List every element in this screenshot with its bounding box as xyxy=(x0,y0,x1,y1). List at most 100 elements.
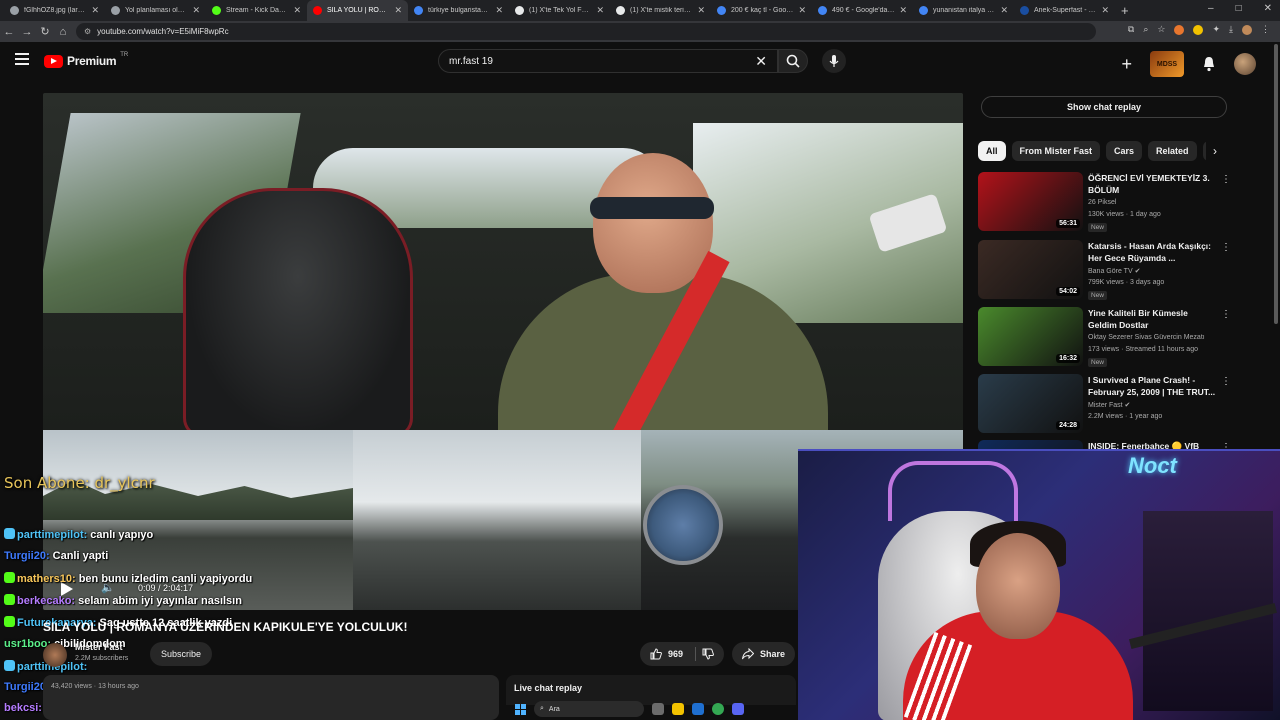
video-thumbnail[interactable]: 16:32 xyxy=(978,307,1083,366)
browser-tab[interactable]: 490 € - Google'da Ara ✕ xyxy=(812,0,913,21)
tab-close-icon[interactable]: ✕ xyxy=(697,5,705,16)
search-input[interactable]: mr.fast 19 ✕ xyxy=(438,49,778,73)
share-button[interactable]: Share xyxy=(732,642,796,666)
recommended-video[interactable]: 16:32 Yine Kaliteli Bir Kümesle Geldim Do… xyxy=(978,307,1233,367)
browser-tab[interactable]: türkiye bulgaristan - Goog ✕ xyxy=(408,0,509,21)
recommended-channel[interactable]: 26 Piksel xyxy=(1088,199,1116,206)
youtube-logo[interactable]: Premium TR xyxy=(44,52,128,68)
like-button[interactable]: 969 xyxy=(640,642,725,666)
tab-close-icon[interactable]: ✕ xyxy=(91,5,99,16)
video-thumbnail[interactable]: 24:28 xyxy=(978,374,1083,433)
car-seat-image xyxy=(183,188,413,430)
show-chat-replay-button[interactable]: Show chat replay xyxy=(981,96,1227,118)
filter-chip[interactable]: From Mister Fast xyxy=(1011,141,1101,161)
bookmark-star-icon[interactable]: ☆ xyxy=(1157,24,1165,35)
brand-badge[interactable]: MDSS xyxy=(1150,51,1184,77)
recommended-channel[interactable]: Mister Fast ✔ xyxy=(1088,401,1130,409)
extensions-puzzle-icon[interactable]: ✦ xyxy=(1212,24,1220,35)
more-options-icon[interactable]: ⋮ xyxy=(1221,309,1231,320)
recommended-video[interactable]: 56:31 ÖĞRENCİ EVİ YEMEKTEYİZ 3. BÖLÜM 26 P… xyxy=(978,172,1233,232)
downloads-icon[interactable]: ⤓ xyxy=(1229,24,1233,35)
maximize-icon[interactable]: □ xyxy=(1236,3,1242,14)
browser-tab[interactable]: yunanistan italya feribot ✕ xyxy=(913,0,1014,21)
menu-hamburger-icon[interactable] xyxy=(15,53,29,65)
more-options-icon[interactable]: ⋮ xyxy=(1221,174,1231,185)
browser-tab[interactable]: Yol planlaması oluşturma ✕ xyxy=(105,0,206,21)
minimize-icon[interactable]: – xyxy=(1208,3,1214,14)
new-tab-button[interactable]: + xyxy=(1121,3,1129,18)
home-icon[interactable]: ⌂ xyxy=(54,26,72,38)
browser-tab[interactable]: SILA YOLU | ROMANYA ✕ xyxy=(307,0,408,21)
search-button[interactable] xyxy=(778,49,808,73)
store-icon[interactable] xyxy=(692,703,704,715)
chips-next-icon[interactable]: › xyxy=(1206,141,1224,161)
tab-close-icon[interactable]: ✕ xyxy=(1000,5,1008,16)
tab-close-icon[interactable]: ✕ xyxy=(1101,5,1109,16)
video-thumbnail[interactable]: 56:31 xyxy=(978,172,1083,231)
share-label: Share xyxy=(760,649,786,659)
recommended-meta: 799K views · 3 days ago xyxy=(1088,279,1165,286)
browser-tab[interactable]: (1) X'te Tek Yol FENER: "G ✕ xyxy=(509,0,610,21)
description-box[interactable]: 43,420 views · 13 hours ago xyxy=(43,675,499,720)
back-icon[interactable]: ← xyxy=(0,26,18,38)
channel-name[interactable]: Mister Fast xyxy=(75,642,123,652)
browser-tab[interactable]: 200 € kaç tl - Google'da A ✕ xyxy=(711,0,812,21)
tab-favicon-icon xyxy=(313,6,322,15)
page-scrollbar[interactable] xyxy=(1274,44,1278,324)
recommended-channel[interactable]: Oktay Sezerer Sivas Güvercin Mezatı xyxy=(1088,334,1205,341)
filter-chip[interactable]: Related xyxy=(1148,141,1197,161)
recommended-title[interactable]: I Survived a Plane Crash! - February 25,… xyxy=(1088,374,1216,398)
file-explorer-icon[interactable] xyxy=(672,703,684,715)
browser-tab[interactable]: Stream - Kick Dashboard ✕ xyxy=(206,0,307,21)
tab-close-icon[interactable]: ✕ xyxy=(899,5,907,16)
tab-favicon-icon xyxy=(111,6,120,15)
voice-search-button[interactable] xyxy=(822,49,846,73)
browser-tab[interactable]: fGlhhOZ8.jpg (large) (1080× ✕ xyxy=(4,0,105,21)
tab-list: fGlhhOZ8.jpg (large) (1080×✕Yol planlama… xyxy=(4,0,1115,21)
create-plus-icon[interactable]: + xyxy=(1121,54,1132,75)
filter-chip[interactable]: All xyxy=(978,141,1006,161)
screen: fGlhhOZ8.jpg (large) (1080×✕Yol planlama… xyxy=(0,0,1280,720)
recommended-title[interactable]: ÖĞRENCİ EVİ YEMEKTEYİZ 3. BÖLÜM xyxy=(1088,172,1216,196)
more-options-icon[interactable]: ⋮ xyxy=(1221,376,1231,387)
browser-tab[interactable]: (1) X'te mistik terimi: "sam ✕ xyxy=(610,0,711,21)
filter-chip[interactable]: Cars xyxy=(1106,141,1143,161)
task-view-icon[interactable] xyxy=(652,703,664,715)
recommended-title[interactable]: Yine Kaliteli Bir Kümesle Geldim Dostlar xyxy=(1088,307,1216,331)
clear-search-icon[interactable]: ✕ xyxy=(755,53,767,70)
like-count: 969 xyxy=(668,649,684,659)
reload-icon[interactable]: ↻ xyxy=(36,25,54,38)
account-avatar[interactable] xyxy=(1234,53,1256,75)
subscribe-button[interactable]: Subscribe xyxy=(150,642,212,666)
tab-close-icon[interactable]: ✕ xyxy=(596,5,604,16)
recommended-video[interactable]: 24:28 I Survived a Plane Crash! - Februar… xyxy=(978,374,1233,434)
menu-kebab-icon[interactable]: ⋮ xyxy=(1261,24,1270,35)
tab-close-icon[interactable]: ✕ xyxy=(394,5,402,16)
taskbar-search[interactable]: ⌕ Ara xyxy=(534,701,644,717)
forward-icon[interactable]: → xyxy=(18,26,36,38)
discord-icon[interactable] xyxy=(732,703,744,715)
recommended-channel[interactable]: Bana Göre TV ✔ xyxy=(1088,267,1140,275)
video-thumbnail[interactable]: 54:02 xyxy=(978,240,1083,299)
extension-yellow-icon[interactable] xyxy=(1193,24,1204,35)
chrome-icon[interactable] xyxy=(712,703,724,715)
more-options-icon[interactable]: ⋮ xyxy=(1221,242,1231,253)
close-window-icon[interactable]: ✕ xyxy=(1264,3,1272,14)
browser-tab[interactable]: Anek-Superfast - İtalya - ✕ xyxy=(1014,0,1115,21)
notifications-bell-icon[interactable] xyxy=(1202,56,1216,72)
profile-avatar-icon[interactable] xyxy=(1242,24,1252,35)
tab-close-icon[interactable]: ✕ xyxy=(798,5,806,16)
recommended-title[interactable]: Katarsis - Hasan Arda Kaşıkçı: Her Gece … xyxy=(1088,240,1216,264)
site-info-icon[interactable]: ⚙ xyxy=(84,27,91,36)
channel-avatar[interactable] xyxy=(43,643,67,667)
tab-close-icon[interactable]: ✕ xyxy=(192,5,200,16)
tab-close-icon[interactable]: ✕ xyxy=(495,5,503,16)
install-app-icon[interactable]: ⧉ xyxy=(1128,24,1134,35)
address-bar[interactable]: ⚙ youtube.com/watch?v=E5iMiF8wpRc xyxy=(76,23,1096,40)
thumbs-down-icon[interactable] xyxy=(702,648,714,660)
tab-close-icon[interactable]: ✕ xyxy=(293,5,301,16)
windows-start-icon[interactable] xyxy=(515,703,526,715)
recommended-video[interactable]: 54:02 Katarsis - Hasan Arda Kaşıkçı: Her … xyxy=(978,240,1233,300)
extension-orange-icon[interactable] xyxy=(1174,24,1185,35)
zoom-icon[interactable]: ⌕ xyxy=(1143,24,1148,35)
